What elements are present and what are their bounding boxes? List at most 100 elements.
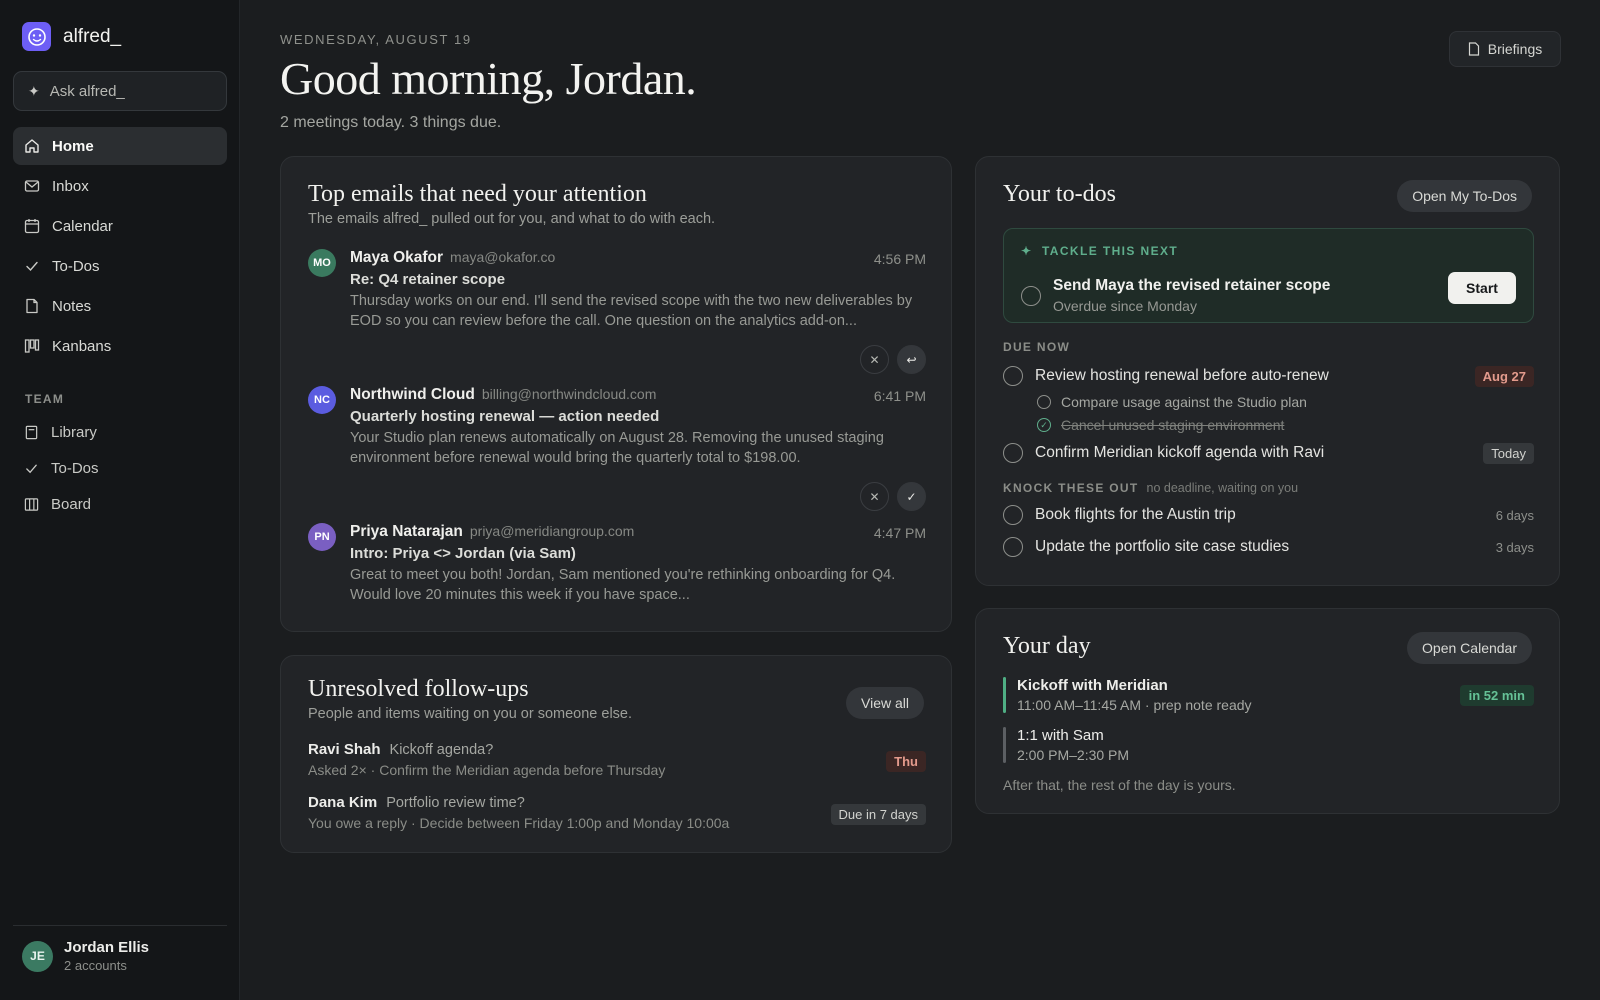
view-all-button[interactable]: View all <box>846 687 924 719</box>
event-title: 1:1 with Sam <box>1017 727 1104 744</box>
reply-icon: ↩ <box>906 352 917 367</box>
followups-card: Unresolved follow-ups People and items w… <box>280 655 952 853</box>
due-badge: Aug 27 <box>1474 365 1534 387</box>
subtask-item[interactable]: ✓ Cancel unused staging environment <box>1037 417 1284 433</box>
avatar: NC <box>308 386 336 414</box>
followup-topic: Portfolio review time? <box>386 795 525 811</box>
ask-placeholder: Ask alfred_ <box>49 82 125 100</box>
check-icon: ✓ <box>906 489 917 504</box>
top-emails-card: Top emails that need your attention The … <box>280 156 952 632</box>
tackle-next-panel: ✦ TACKLE THIS NEXT Send Maya the revised… <box>1003 228 1534 323</box>
check-icon <box>26 261 38 272</box>
nav-item-notes[interactable]: Notes <box>13 287 227 325</box>
team-label-board: Board <box>51 495 92 513</box>
page-title: Good morning, Jordan. <box>280 53 697 104</box>
calendar-event[interactable]: 1:1 with Sam 2:00 PM–2:30 PM <box>1003 727 1534 763</box>
todo-checkbox[interactable] <box>1003 505 1023 525</box>
todo-checkbox[interactable] <box>1003 366 1023 386</box>
nav-label-todos: To-Dos <box>52 257 100 275</box>
board-icon <box>24 497 39 511</box>
event-title: Kickoff with Meridian <box>1017 677 1168 694</box>
user-name: Jordan Ellis <box>64 939 150 956</box>
subtask-item[interactable]: Compare usage against the Studio plan <box>1037 394 1307 410</box>
age-label: 6 days <box>1495 507 1534 523</box>
note-icon <box>26 298 38 314</box>
email-sender: Priya Natarajan <box>350 523 463 540</box>
team-nav: Library To-Dos Board <box>13 414 227 522</box>
followup-item[interactable]: Ravi Shah Kickoff agenda? Asked 2× · Conf… <box>308 741 926 778</box>
nav-item-calendar[interactable]: Calendar <box>13 207 227 245</box>
todo-item[interactable]: Book flights for the Austin trip 6 days <box>1003 505 1534 525</box>
team-item-library[interactable]: Library <box>13 414 227 450</box>
day-title: Your day <box>1003 633 1091 659</box>
open-calendar-button[interactable]: Open Calendar <box>1407 632 1532 664</box>
todo-checkbox[interactable] <box>1003 537 1023 557</box>
account-switcher[interactable]: JE Jordan Ellis 2 accounts <box>13 925 227 973</box>
calendar-event[interactable]: Kickoff with Meridian 11:00 AM–11:45 AM … <box>1003 677 1534 713</box>
due-badge: Due in 7 days <box>830 804 926 825</box>
todo-checkbox[interactable] <box>1003 443 1023 463</box>
day-footer-note: After that, the rest of the day is yours… <box>1003 777 1236 793</box>
team-section-label: TEAM <box>25 392 65 406</box>
document-icon <box>1468 42 1479 56</box>
email-sender: Maya Okafor <box>350 249 444 266</box>
event-color-bar <box>1003 727 1006 763</box>
briefings-label: Briefings <box>1487 41 1543 57</box>
email-item[interactable]: NC Northwind Cloud billing@northwindcloud… <box>308 386 926 511</box>
email-time: 6:41 PM <box>873 388 926 404</box>
age-label: 3 days <box>1495 539 1534 555</box>
email-address: priya@meridiangroup.com <box>469 523 635 539</box>
email-item[interactable]: PN Priya Natarajan priya@meridiangroup.co… <box>308 523 926 613</box>
sparkle-icon: ✦ <box>28 82 40 99</box>
dismiss-button[interactable]: ✕ <box>860 482 889 511</box>
team-label-todos: To-Dos <box>51 459 99 477</box>
todo-item[interactable]: Update the portfolio site case studies 3… <box>1003 537 1534 557</box>
reply-button[interactable]: ↩ <box>897 345 926 374</box>
team-item-board[interactable]: Board <box>13 486 227 522</box>
mail-icon <box>24 180 40 192</box>
user-accounts-count: 2 accounts <box>64 958 127 973</box>
followup-item[interactable]: Dana Kim Portfolio review time? You owe a… <box>308 794 926 831</box>
followups-subtitle: People and items waiting on you or someo… <box>308 706 633 722</box>
emails-subtitle: The emails alfred_ pulled out for you, a… <box>308 211 716 227</box>
subtask-text: Compare usage against the Studio plan <box>1061 394 1307 410</box>
subtask-checkbox[interactable] <box>1037 395 1051 409</box>
brand[interactable]: alfred_ <box>22 22 121 51</box>
todo-item[interactable]: Confirm Meridian kickoff agenda with Rav… <box>1003 442 1534 464</box>
event-time: 11:00 AM–11:45 AM · prep note ready <box>1017 697 1252 713</box>
nav-item-kanbans[interactable]: Kanbans <box>13 327 227 365</box>
todo-text: Review hosting renewal before auto-renew <box>1035 367 1329 384</box>
subtask-checkbox[interactable]: ✓ <box>1037 418 1051 432</box>
emails-title: Top emails that need your attention <box>308 181 647 207</box>
knock-out-label: KNOCK THESE OUT no deadline, waiting on y… <box>1003 481 1299 495</box>
todo-text: Update the portfolio site case studies <box>1035 538 1290 555</box>
nav-item-home[interactable]: Home <box>13 127 227 165</box>
todos-title: Your to-dos <box>1003 181 1116 207</box>
todo-text: Confirm Meridian kickoff agenda with Rav… <box>1035 444 1325 461</box>
start-button[interactable]: Start <box>1448 272 1516 304</box>
event-time: 2:00 PM–2:30 PM <box>1017 747 1130 763</box>
briefings-button[interactable]: Briefings <box>1449 31 1561 67</box>
nav-item-todos[interactable]: To-Dos <box>13 247 227 285</box>
followups-title: Unresolved follow-ups <box>308 676 529 702</box>
book-icon <box>25 425 38 439</box>
dismiss-button[interactable]: ✕ <box>860 345 889 374</box>
open-todos-button[interactable]: Open My To-Dos <box>1397 180 1532 212</box>
avatar: JE <box>22 940 53 972</box>
email-sender: Northwind Cloud <box>350 386 475 403</box>
mark-done-button[interactable]: ✓ <box>897 482 926 511</box>
todo-item[interactable]: Review hosting renewal before auto-renew… <box>1003 365 1534 387</box>
todo-checkbox[interactable] <box>1021 285 1041 306</box>
followup-topic: Kickoff agenda? <box>389 742 494 758</box>
calendar-icon <box>24 219 40 234</box>
alfred-logo-icon <box>22 22 51 51</box>
email-item[interactable]: MO Maya Okafor maya@okafor.co 4:56 PM Re:… <box>308 249 926 374</box>
todos-card: Your to-dos Open My To-Dos ✦ TACKLE THIS… <box>975 156 1560 586</box>
due-now-label: DUE NOW <box>1003 340 1071 354</box>
ask-alfred-input[interactable]: ✦ Ask alfred_ <box>13 71 227 111</box>
team-item-todos[interactable]: To-Dos <box>13 450 227 486</box>
nav-label-inbox: Inbox <box>52 177 89 195</box>
nav-item-inbox[interactable]: Inbox <box>13 167 227 205</box>
check-icon <box>26 464 37 473</box>
current-date: WEDNESDAY, AUGUST 19 <box>280 32 472 47</box>
